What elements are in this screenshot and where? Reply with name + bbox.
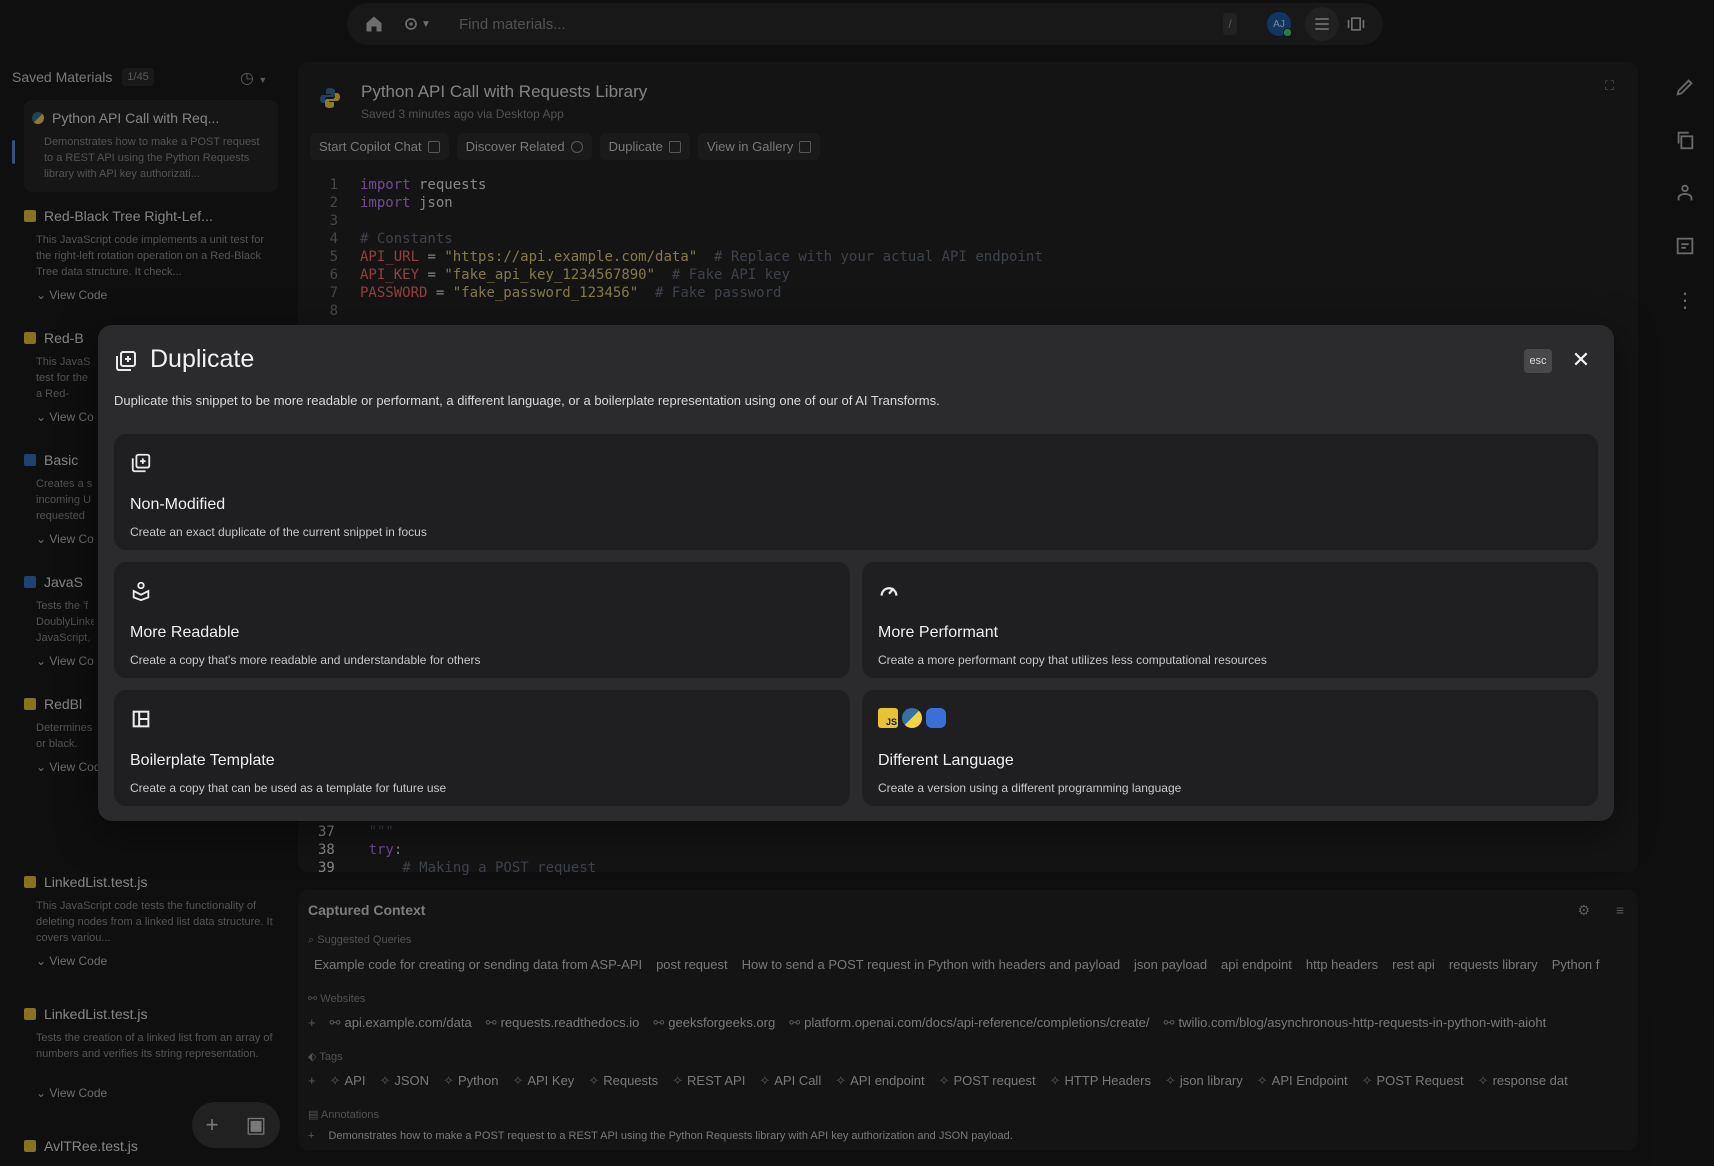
option-title: More Performant bbox=[878, 624, 999, 641]
option-description: Create an exact duplicate of the current… bbox=[130, 525, 427, 539]
close-button[interactable]: ✕ bbox=[1568, 347, 1594, 373]
option-description: Create a copy that's more readable and u… bbox=[130, 653, 481, 667]
option-non-modified[interactable]: Non-Modified Create an exact duplicate o… bbox=[114, 434, 1598, 550]
option-title: Boilerplate Template bbox=[130, 752, 275, 769]
esc-hint: esc bbox=[1524, 349, 1552, 373]
modal-title: Duplicate bbox=[150, 345, 255, 373]
option-title: More Readable bbox=[130, 624, 240, 641]
option-description: Create a more performant copy that utili… bbox=[878, 653, 1267, 667]
option-more-performant[interactable]: More Performant Create a more performant… bbox=[862, 562, 1598, 678]
speedometer-icon bbox=[878, 580, 900, 607]
option-description: Create a version using a different progr… bbox=[878, 781, 1182, 795]
duplicate-icon bbox=[130, 452, 152, 479]
option-title: Non-Modified bbox=[130, 496, 226, 513]
option-boilerplate-template[interactable]: Boilerplate Template Create a copy that … bbox=[114, 690, 850, 806]
option-more-readable[interactable]: More Readable Create a copy that's more … bbox=[114, 562, 850, 678]
reader-icon bbox=[130, 580, 152, 607]
modal-description: Duplicate this snippet to be more readab… bbox=[114, 393, 940, 408]
option-different-language[interactable]: JS PY DT Different Language Create a ver… bbox=[862, 690, 1598, 806]
python-icon: PY bbox=[902, 708, 922, 728]
option-description: Create a copy that can be used as a temp… bbox=[130, 781, 447, 795]
language-badges: JS PY DT bbox=[878, 708, 946, 728]
duplicate-modal: Duplicate esc ✕ Duplicate this snippet t… bbox=[98, 325, 1614, 821]
duplicate-icon bbox=[114, 349, 138, 378]
close-icon: ✕ bbox=[1571, 347, 1591, 372]
option-title: Different Language bbox=[878, 752, 1014, 769]
javascript-icon: JS bbox=[878, 708, 898, 728]
dart-icon: DT bbox=[926, 708, 946, 728]
template-icon bbox=[130, 708, 152, 735]
